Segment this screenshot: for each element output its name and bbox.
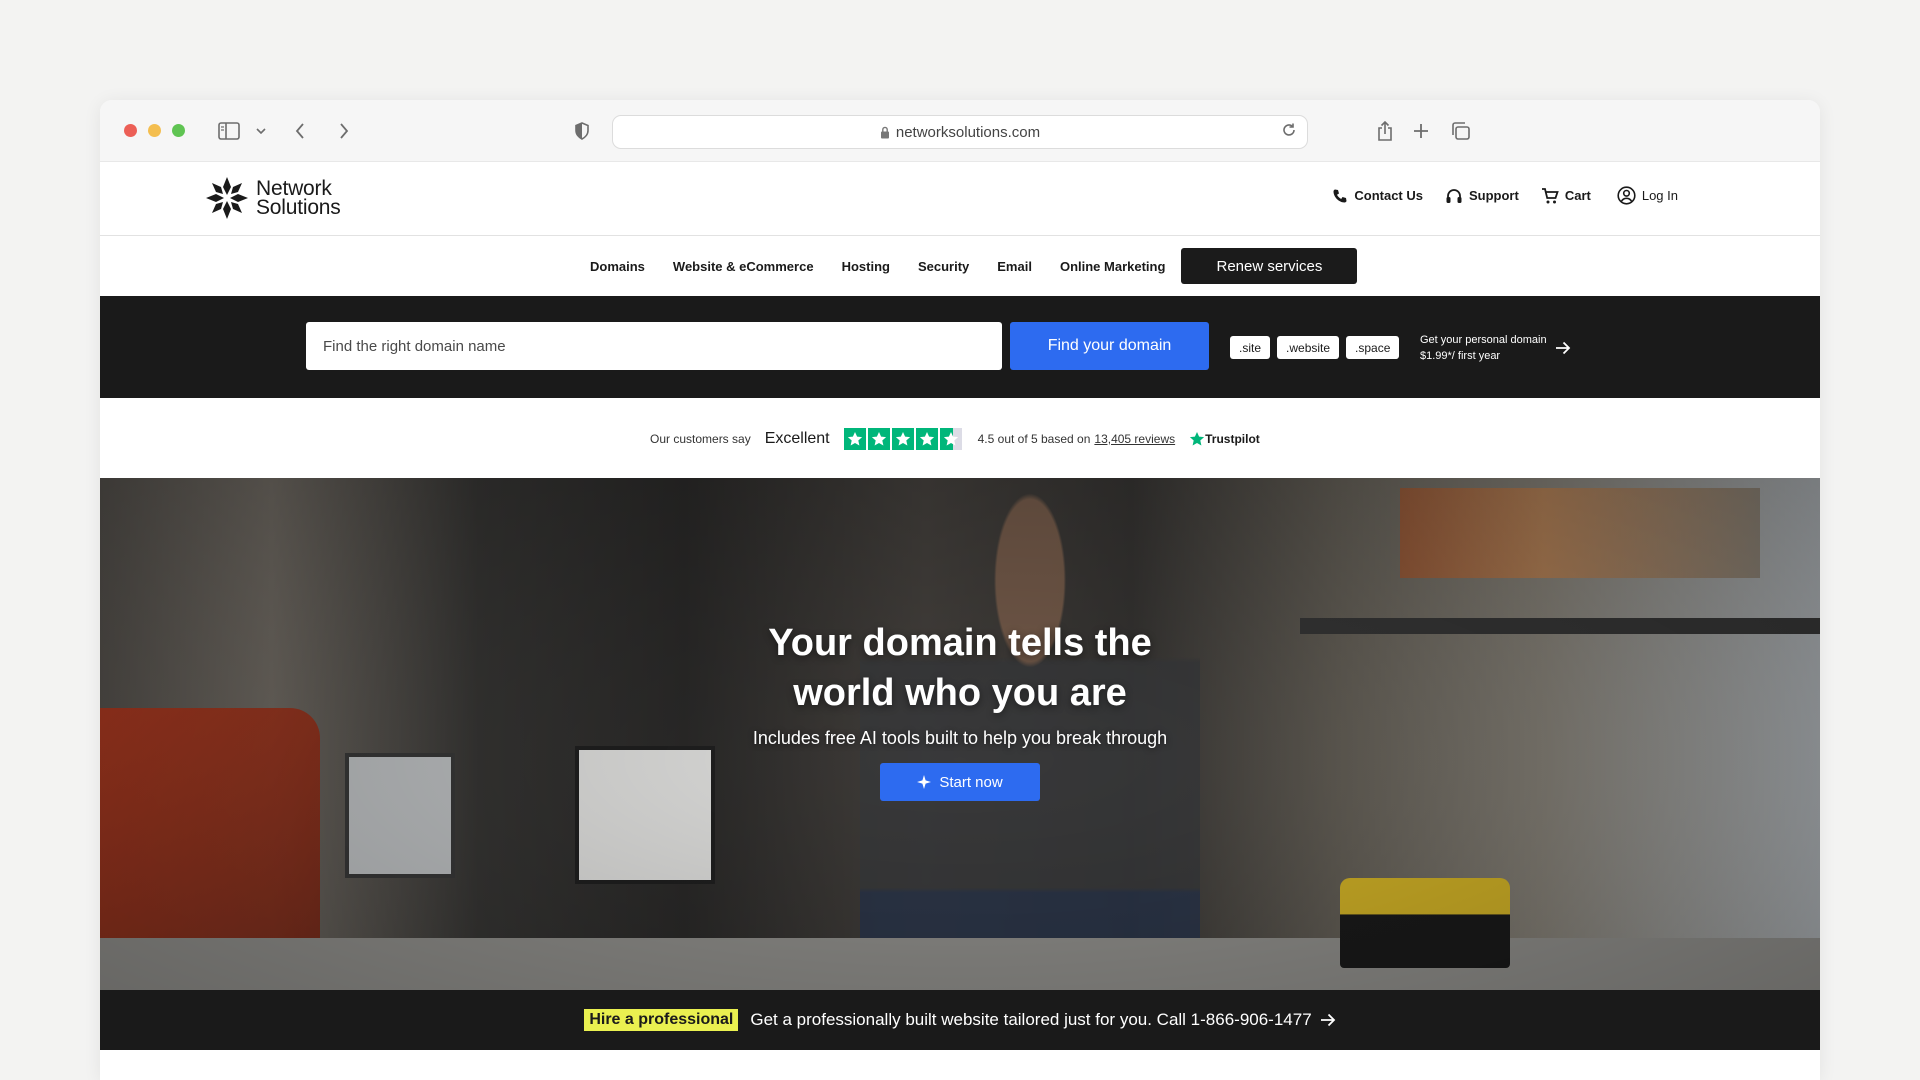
sidebar-toggle-icon[interactable]: [216, 118, 242, 144]
star-icon: [915, 428, 938, 450]
star-icon: [891, 428, 914, 450]
browser-window: networksolutions.com Network Solutions C…: [100, 100, 1820, 1080]
main-nav: Domains Website & eCommerce Hosting Secu…: [100, 236, 1820, 296]
close-window-button[interactable]: [124, 124, 137, 137]
nav-item-hosting[interactable]: Hosting: [842, 259, 890, 274]
maximize-window-button[interactable]: [172, 124, 185, 137]
logo-wordmark: Network Solutions: [256, 178, 341, 219]
share-icon[interactable]: [1374, 118, 1396, 144]
contact-us-link[interactable]: Contact Us: [1332, 188, 1423, 204]
site-header: Network Solutions Contact Us Support Car…: [100, 162, 1820, 236]
header-utility-links: Contact Us Support Cart Log In: [1310, 186, 1678, 205]
rating-score-text: 4.5 out of 5 based on: [977, 432, 1091, 446]
domain-search-section: Find your domain .site .website .space G…: [100, 296, 1820, 398]
hire-professional-banner[interactable]: Hire a professional Get a professionally…: [100, 990, 1820, 1050]
sparkle-icon: [917, 775, 932, 789]
hero-subtitle: Includes free AI tools built to help you…: [752, 728, 1168, 748]
nav-item-website-ecommerce[interactable]: Website & eCommerce: [673, 259, 814, 274]
tld-space-chip[interactable]: .space: [1346, 336, 1400, 359]
cart-icon: [1541, 187, 1559, 203]
tld-site-chip[interactable]: .site: [1230, 336, 1271, 359]
star-icon: [867, 428, 890, 450]
hero-section: Your domain tells the world who you are …: [100, 478, 1820, 990]
nav-item-domains[interactable]: Domains: [590, 259, 645, 274]
find-domain-button[interactable]: Find your domain: [1010, 322, 1209, 370]
reviews-count-link[interactable]: 13,405 reviews: [1094, 432, 1175, 446]
logo-line-2: Solutions: [256, 196, 341, 219]
promo-price: $1.99*/ first year: [1420, 350, 1501, 362]
forward-icon[interactable]: [334, 118, 354, 144]
tab-overview-icon[interactable]: [1448, 118, 1472, 144]
phone-icon: [1333, 189, 1347, 202]
tld-suggestions: .site .website .space: [1230, 336, 1406, 359]
star-icon: [843, 428, 866, 450]
promo-line-1: Get your personal domain: [1420, 334, 1547, 346]
support-label: Support: [1469, 188, 1519, 203]
reload-icon[interactable]: [1281, 122, 1297, 138]
logo-mark-icon: [206, 177, 248, 219]
user-icon: [1617, 186, 1636, 205]
back-icon[interactable]: [290, 118, 310, 144]
chevron-down-icon[interactable]: [254, 118, 268, 144]
tld-website-chip[interactable]: .website: [1277, 336, 1340, 359]
headset-icon: [1446, 188, 1462, 203]
arrow-right-icon: [1555, 341, 1570, 355]
half-star-icon: [939, 428, 962, 450]
log-in-label: Log In: [1641, 188, 1678, 203]
trustpilot-logo[interactable]: Trustpilot: [1189, 431, 1260, 447]
trustpilot-star-icon: [1190, 432, 1205, 446]
rating-word: Excellent: [764, 430, 830, 447]
support-link[interactable]: Support: [1445, 187, 1519, 205]
star-rating: [843, 428, 964, 450]
lock-icon: [880, 126, 890, 139]
banner-text: Get a professionally built website tailo…: [750, 1010, 1312, 1029]
personal-domain-promo[interactable]: Get your personal domain $1.99*/ first y…: [1420, 332, 1571, 364]
cart-label: Cart: [1564, 188, 1591, 203]
nav-item-email[interactable]: Email: [997, 259, 1032, 274]
hero-title-line-2: world who you are: [793, 672, 1127, 714]
renew-services-button[interactable]: Renew services: [1181, 248, 1358, 284]
new-tab-icon[interactable]: [1410, 118, 1432, 144]
hero-title-line-1: Your domain tells the: [768, 622, 1152, 664]
browser-toolbar: networksolutions.com: [100, 100, 1820, 162]
hero-content: Your domain tells the world who you are …: [100, 618, 1820, 801]
url-text: networksolutions.com: [895, 123, 1041, 141]
reviews-prefix: Our customers say: [650, 432, 751, 446]
nav-item-online-marketing[interactable]: Online Marketing: [1060, 259, 1165, 274]
trustpilot-reviews-bar: Our customers say Excellent 4.5 out of 5…: [100, 398, 1820, 478]
trustpilot-wordmark: Trustpilot: [1205, 432, 1260, 446]
arrow-right-icon: [1320, 1013, 1335, 1027]
network-solutions-logo[interactable]: Network Solutions: [204, 175, 341, 221]
contact-us-label: Contact Us: [1354, 188, 1423, 203]
log-in-link[interactable]: Log In: [1617, 186, 1678, 205]
nav-item-security[interactable]: Security: [918, 259, 969, 274]
minimize-window-button[interactable]: [148, 124, 161, 137]
hire-professional-badge: Hire a professional: [584, 1009, 739, 1031]
privacy-shield-icon[interactable]: [572, 118, 592, 144]
address-bar[interactable]: networksolutions.com: [612, 115, 1308, 149]
start-now-button[interactable]: Start now: [880, 763, 1040, 801]
start-now-label: Start now: [939, 773, 1003, 791]
hero-title: Your domain tells the world who you are: [100, 618, 1820, 718]
domain-search-input[interactable]: [306, 322, 1002, 370]
cart-link[interactable]: Cart: [1541, 187, 1591, 205]
